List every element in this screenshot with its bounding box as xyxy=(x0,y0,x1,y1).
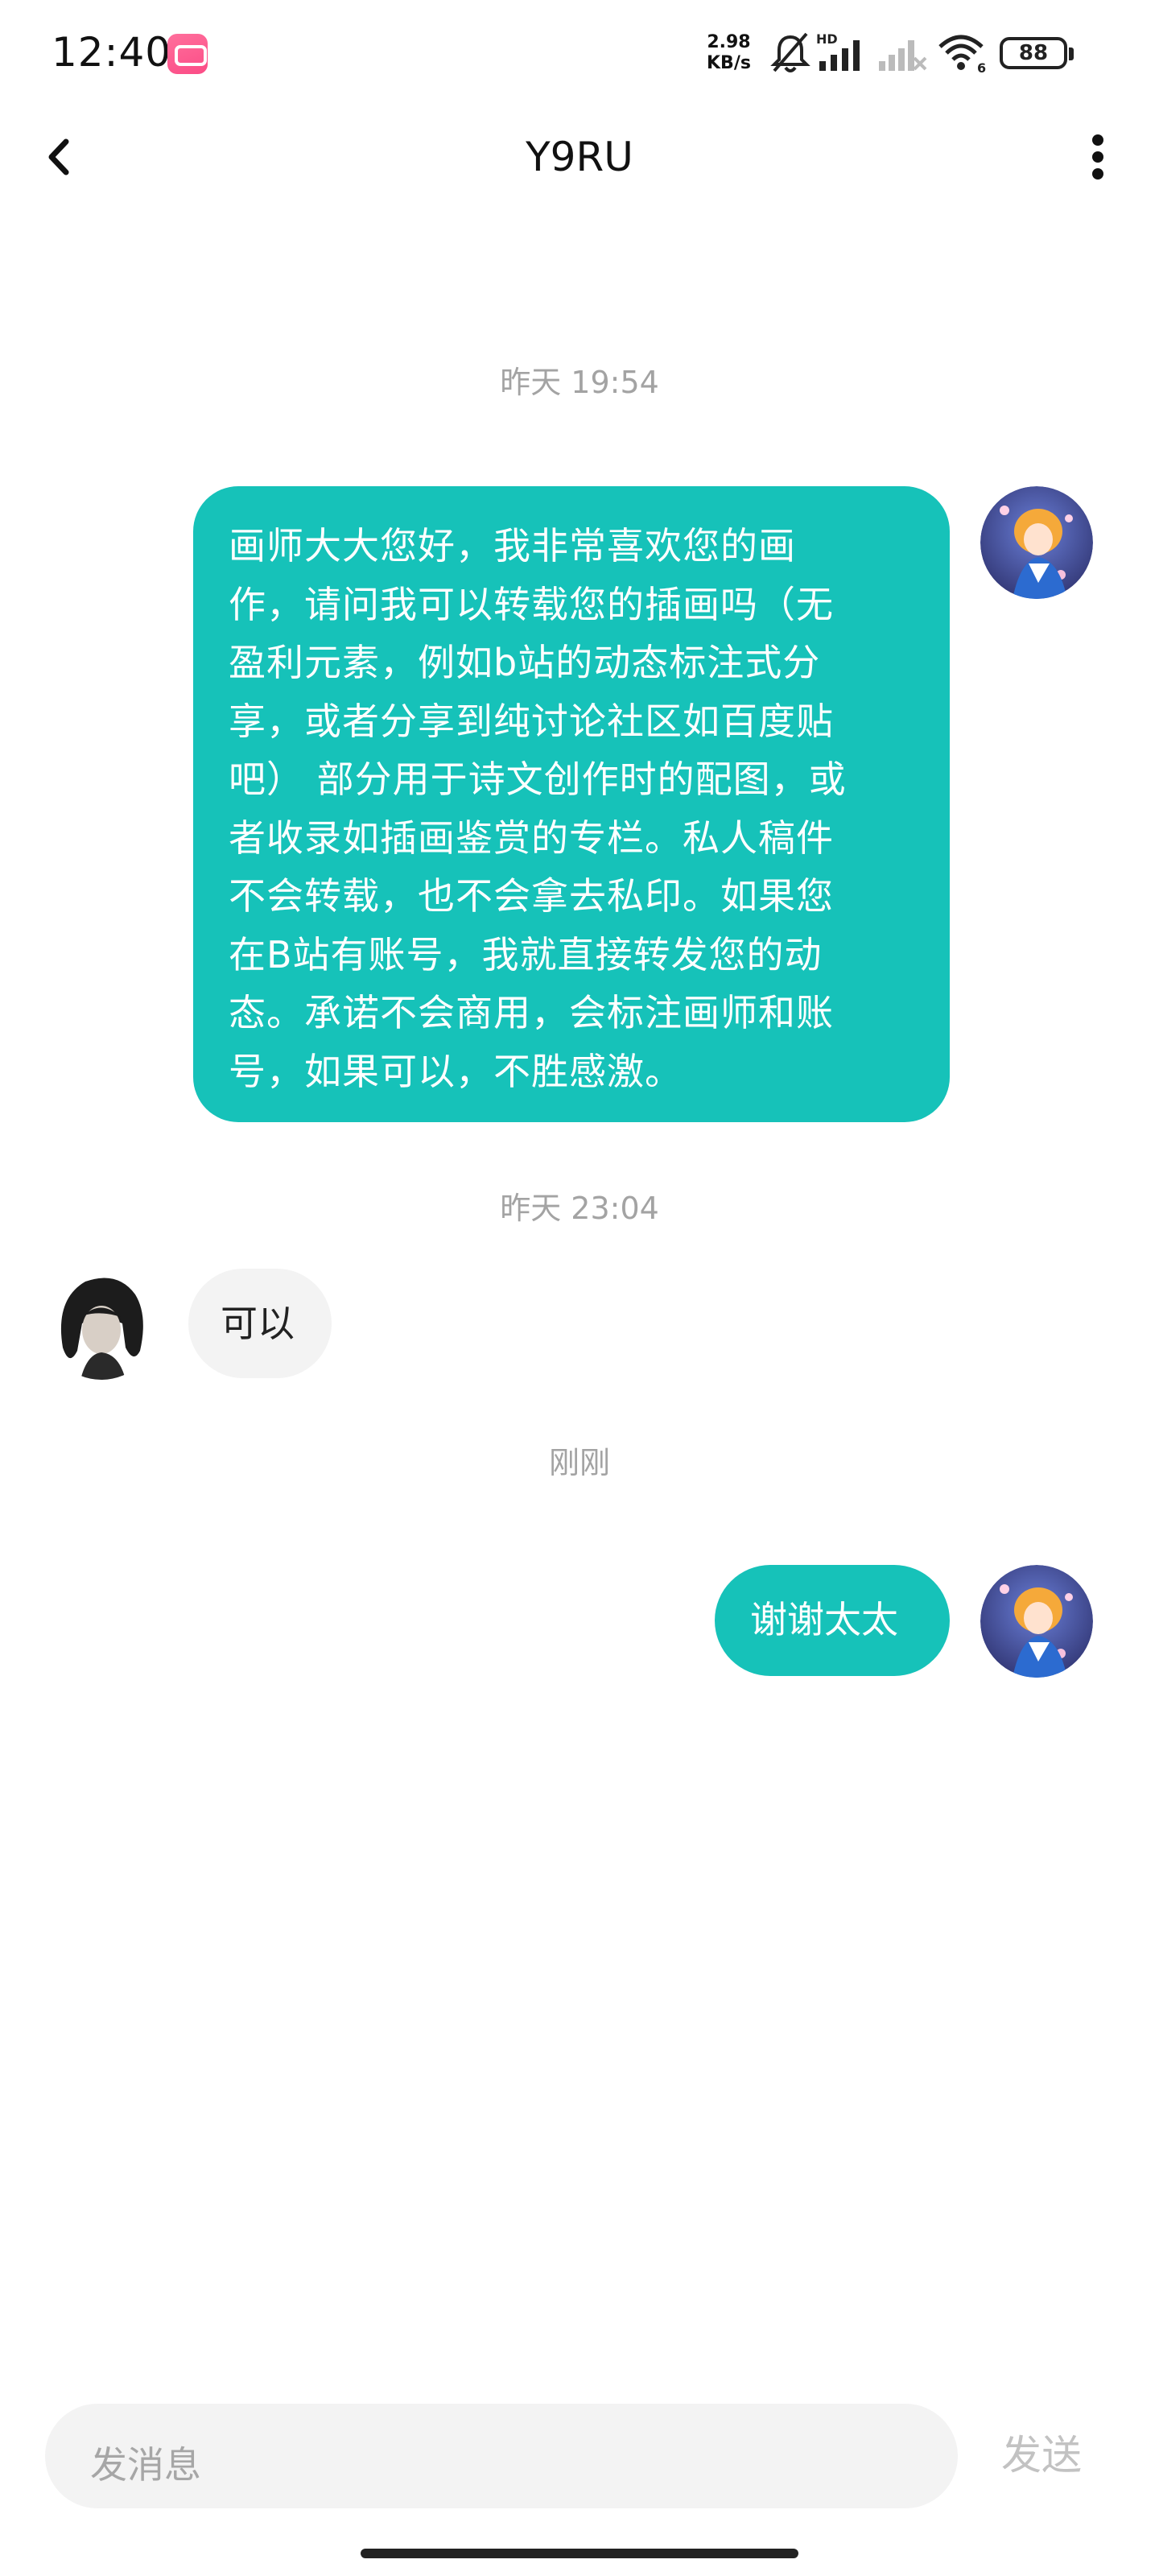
home-indicator[interactable] xyxy=(361,2549,798,2558)
incoming-message-bubble[interactable]: 可以 xyxy=(188,1269,332,1378)
message-line: 作，请问我可以转载您的插画吗（无 xyxy=(229,582,834,626)
bilibili-app-icon xyxy=(167,34,208,74)
vertical-ellipsis-icon[interactable] xyxy=(1074,129,1122,185)
incoming-message-text: 可以 xyxy=(221,1302,295,1345)
outgoing-message-bubble[interactable]: 谢谢太太 xyxy=(715,1565,950,1676)
contact-avatar[interactable] xyxy=(45,1267,158,1380)
message-line: 不会转载，也不会拿去私印。如果您 xyxy=(229,874,834,918)
message-timestamp: 刚刚 xyxy=(548,1445,610,1480)
outgoing-message-text: 谢谢太太 xyxy=(750,1598,898,1641)
status-bar: 12:40 2.98 KB/s HD 6 88 xyxy=(0,0,1159,105)
self-avatar[interactable] xyxy=(980,1565,1093,1678)
message-input[interactable]: 发消息 xyxy=(45,2404,958,2508)
outgoing-message-text: 画师大大您好，我非常喜欢您的画 作，请问我可以转载您的插画吗（无 盈利元素，例如… xyxy=(229,517,921,1100)
message-line: 享，或者分享到纯讨论社区如百度贴 xyxy=(229,699,834,743)
message-line: 画师大大您好，我非常喜欢您的画 xyxy=(229,524,796,568)
chat-screen: 12:40 2.98 KB/s HD 6 88 Y9RU 昨天 19:54 画师… xyxy=(0,0,1159,2576)
svg-text:6: 6 xyxy=(977,60,986,76)
chat-header: Y9RU xyxy=(0,105,1159,209)
status-time: 12:40 xyxy=(52,29,172,76)
message-input-placeholder: 发消息 xyxy=(90,2443,201,2487)
send-button[interactable]: 发送 xyxy=(1001,2423,1082,2481)
battery-icon: 88 xyxy=(1000,37,1074,69)
network-speed: 2.98 KB/s xyxy=(707,32,751,74)
message-line: 在B站有账号，我就直接转发您的动 xyxy=(229,932,823,976)
no-signal-icon xyxy=(879,40,927,71)
message-line: 者收录如插画鉴赏的专栏。私人稿件 xyxy=(229,815,834,860)
message-timestamp: 昨天 23:04 xyxy=(500,1191,659,1226)
svg-text:HD: HD xyxy=(816,31,838,47)
outgoing-message-bubble[interactable]: 画师大大您好，我非常喜欢您的画 作，请问我可以转载您的插画吗（无 盈利元素，例如… xyxy=(193,486,950,1122)
network-speed-value: 2.98 xyxy=(707,32,751,52)
self-avatar[interactable] xyxy=(980,486,1093,599)
network-speed-unit: KB/s xyxy=(707,53,751,73)
message-line: 吧） 部分用于诗文创作时的配图，或 xyxy=(229,758,847,801)
message-line: 盈利元素，例如b站的动态标注式分 xyxy=(229,641,821,684)
hd-signal-icon: HD xyxy=(816,31,860,71)
message-line: 态。承诺不会商用，会标注画师和账 xyxy=(229,991,834,1034)
chat-title: Y9RU xyxy=(526,134,633,180)
mute-bell-icon xyxy=(770,32,810,72)
wifi-icon: 6 xyxy=(938,35,986,76)
battery-level: 88 xyxy=(1018,41,1049,65)
message-line: 号，如果可以，不胜感激。 xyxy=(229,1049,683,1093)
message-timestamp: 昨天 19:54 xyxy=(500,365,659,400)
